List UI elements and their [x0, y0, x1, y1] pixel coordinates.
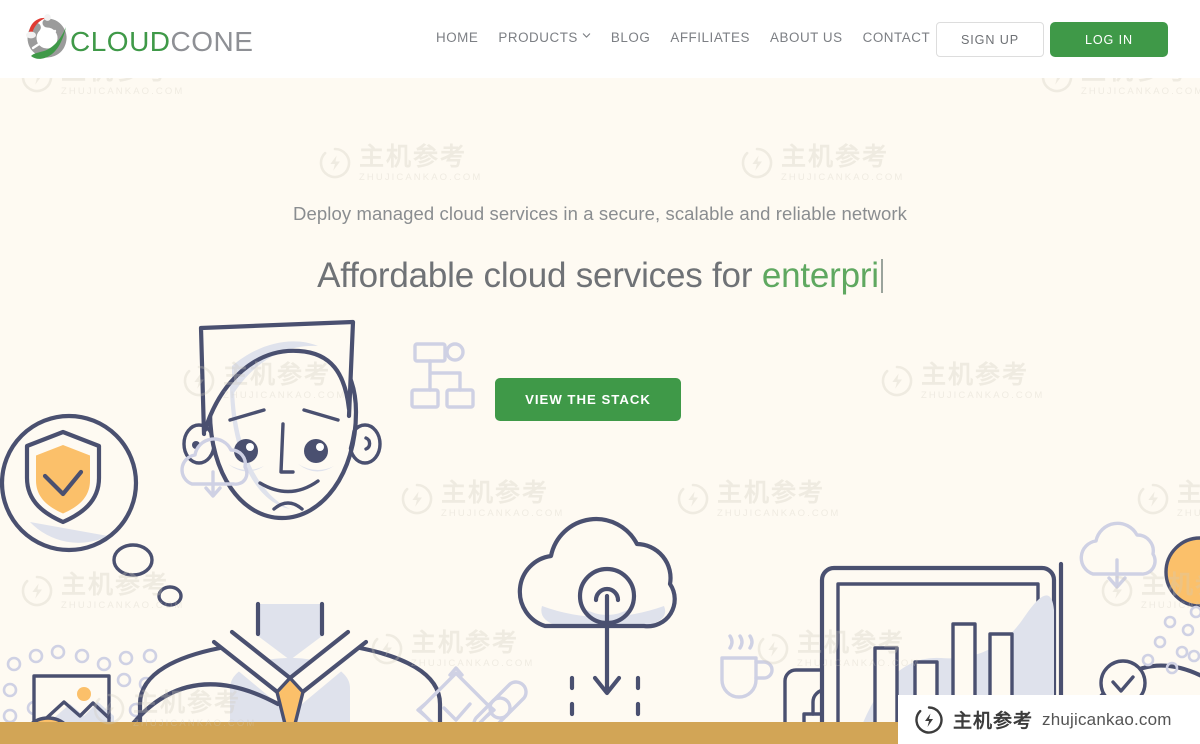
nav-label-affiliates: AFFILIATES: [670, 30, 751, 45]
page-root: CLOUDCONE HOME PRODUCTS BLOG AFFILIATES …: [0, 0, 1200, 744]
logo[interactable]: CLOUDCONE: [22, 12, 253, 64]
view-the-stack-button[interactable]: VIEW THE STACK: [495, 378, 681, 421]
nav-label-contact: CONTACT: [862, 30, 931, 45]
watermark-badge-en: zhujicankao.com: [1042, 709, 1172, 729]
coffee-cup-icon: [720, 634, 774, 699]
cloud-download-icon-right: [1079, 521, 1157, 589]
hero-headline: Affordable cloud services for enterpri: [0, 256, 1200, 296]
zhujicankao-logo-icon: [914, 705, 944, 735]
nav-item-affiliates[interactable]: AFFILIATES: [660, 30, 760, 45]
logo-word-cone: CONE: [170, 26, 254, 57]
nav-item-blog[interactable]: BLOG: [601, 30, 660, 45]
cloudcone-logo-icon: [22, 12, 72, 64]
hero-headline-static: Affordable cloud services for: [317, 256, 762, 295]
illustration-svg: .ln { fill:none; stroke:#4a5070; stroke-…: [0, 319, 1200, 744]
businessman-character: [137, 319, 443, 744]
nav-label-about-us: ABOUT US: [770, 30, 843, 45]
watermark-badge-cn: 主机参考: [953, 710, 1034, 732]
thought-bubble-shield-check: [0, 413, 183, 607]
log-in-button[interactable]: LOG IN: [1050, 22, 1168, 57]
hero-headline-typed: enterpri: [761, 256, 879, 295]
nav-item-products[interactable]: PRODUCTS: [488, 30, 601, 45]
main-navigation: HOME PRODUCTS BLOG AFFILIATES ABOUT US C…: [426, 30, 940, 45]
nav-label-blog: BLOG: [610, 30, 651, 45]
typing-caret: [880, 259, 883, 293]
chevron-down-icon: [582, 31, 591, 40]
nav-label-products: PRODUCTS: [498, 30, 578, 45]
sign-up-button[interactable]: SIGN UP: [936, 22, 1044, 57]
cloud-download-arrow: [517, 516, 677, 744]
hero-illustration: .ln { fill:none; stroke:#4a5070; stroke-…: [0, 312, 1200, 744]
nav-item-contact[interactable]: CONTACT: [853, 30, 941, 45]
hero-section: Deploy managed cloud services in a secur…: [0, 78, 1200, 744]
hero-subheadline: Deploy managed cloud services in a secur…: [293, 203, 907, 224]
sitemap-icon: [410, 342, 475, 409]
dot-cluster-right: [1141, 605, 1200, 675]
site-header: CLOUDCONE HOME PRODUCTS BLOG AFFILIATES …: [0, 0, 1200, 78]
nav-item-home[interactable]: HOME: [426, 30, 488, 45]
logo-word-cloud: CLOUD: [70, 26, 171, 57]
watermark-badge: 主机参考 zhujicankao.com: [898, 695, 1200, 744]
nav-item-about-us[interactable]: ABOUT US: [760, 30, 853, 45]
nav-label-home: HOME: [436, 30, 479, 45]
logo-wordmark: CLOUDCONE: [70, 28, 253, 56]
sun-orb: [1164, 536, 1200, 608]
